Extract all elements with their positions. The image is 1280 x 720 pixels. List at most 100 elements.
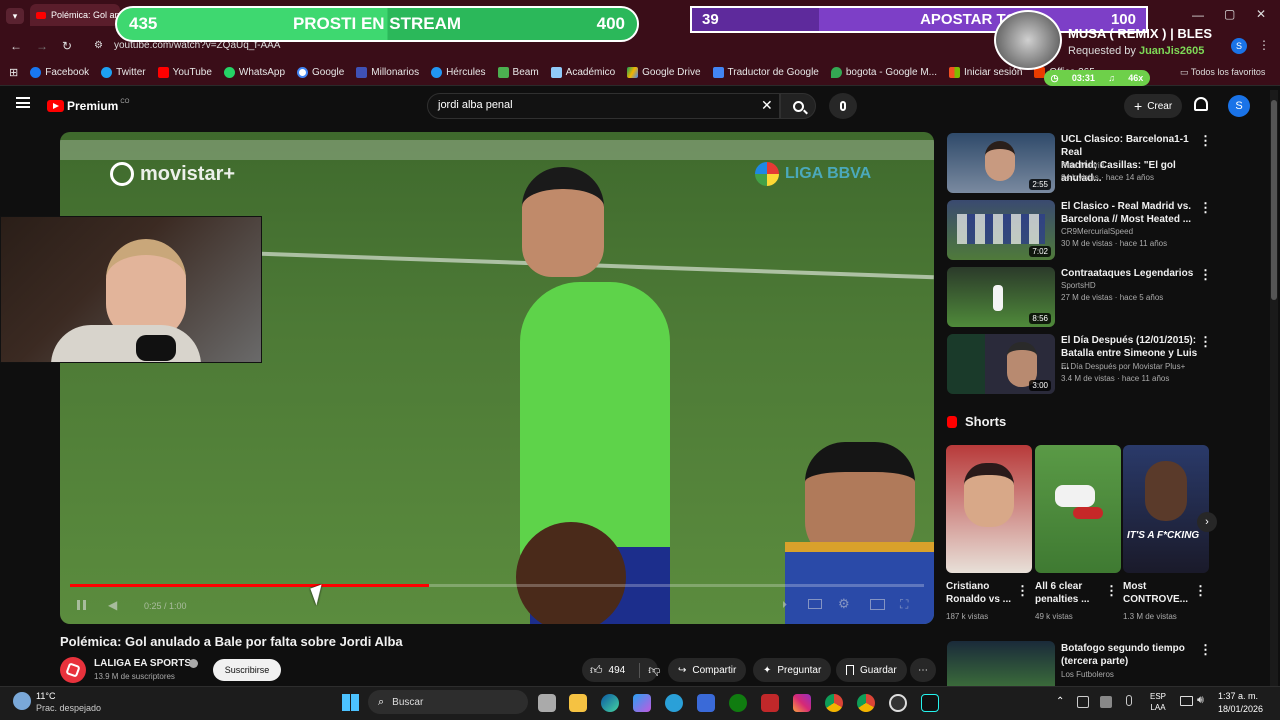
instagram-icon[interactable] <box>793 694 811 712</box>
rec-title[interactable]: Botafogo segundo tiempo (tercera parte) <box>1061 642 1201 668</box>
clear-search-icon[interactable]: ✕ <box>761 97 773 114</box>
rec-channel[interactable]: Los Futboleros <box>1061 669 1114 681</box>
short-menu-icon[interactable]: ⋮ <box>1105 583 1118 599</box>
bookmark-millonarios[interactable]: Millonarios <box>356 67 419 78</box>
subscribe-button[interactable]: Suscribirse <box>213 659 281 681</box>
chrome-profile-icon[interactable] <box>857 694 875 712</box>
bookmark-beam[interactable]: Beam <box>497 67 539 78</box>
minimize-icon[interactable]: — <box>1192 8 1204 22</box>
back-icon[interactable]: ← <box>10 39 22 53</box>
maximize-icon[interactable]: ▢ <box>1224 7 1235 21</box>
browser-menu-icon[interactable]: ⋮ <box>1258 38 1270 52</box>
file-explorer-icon[interactable] <box>569 694 587 712</box>
rec-menu-icon[interactable]: ⋮ <box>1199 334 1212 350</box>
share-button[interactable]: ↪ Compartir <box>668 658 747 682</box>
create-button[interactable]: + Crear <box>1124 94 1183 118</box>
rec-menu-icon[interactable]: ⋮ <box>1199 267 1212 283</box>
bookmark-whatsapp[interactable]: WhatsApp <box>223 67 285 78</box>
youtube-logo[interactable]: Premium CO <box>47 99 129 113</box>
rec-menu-icon[interactable]: ⋮ <box>1199 642 1212 658</box>
bookmark-login[interactable]: Iniciar sesión <box>949 67 1022 78</box>
short-thumbnail[interactable] <box>946 445 1032 573</box>
winrar-icon[interactable] <box>761 694 779 712</box>
telegram-icon[interactable] <box>665 694 683 712</box>
rec-title[interactable]: El Clasico - Real Madrid vs. Barcelona /… <box>1061 200 1201 226</box>
tray-app-icon[interactable] <box>1077 696 1089 708</box>
volume-icon[interactable]: ◀ <box>108 598 117 612</box>
edge-icon[interactable] <box>601 694 619 712</box>
short-thumbnail[interactable] <box>1035 445 1121 573</box>
obs-icon[interactable] <box>889 694 907 712</box>
short-menu-icon[interactable]: ⋮ <box>1194 583 1207 599</box>
more-actions-button[interactable]: ⋯ <box>910 658 936 682</box>
channel-avatar[interactable] <box>60 657 86 683</box>
search-input[interactable]: jordi alba penal <box>427 93 780 119</box>
taskbar-search[interactable]: ⌕ Buscar <box>368 690 528 714</box>
voice-search-button[interactable] <box>829 93 857 119</box>
task-view-icon[interactable] <box>538 694 556 712</box>
tray-network-icon[interactable] <box>1100 696 1112 708</box>
short-title[interactable]: Cristiano Ronaldo vs ... <box>946 580 1016 606</box>
all-bookmarks[interactable]: ▭ Todos los favoritos <box>1180 67 1265 78</box>
rec-thumbnail[interactable]: 8:56 <box>947 267 1055 327</box>
rec-menu-icon[interactable]: ⋮ <box>1199 200 1212 216</box>
browser-tab[interactable]: Polémica: Gol an <box>30 4 120 26</box>
short-title[interactable]: All 6 clear penalties ... <box>1035 580 1105 606</box>
chrome-icon[interactable] <box>825 694 843 712</box>
miniplayer-icon[interactable] <box>870 599 885 610</box>
clock-date[interactable]: 18/01/2026 <box>1218 704 1263 714</box>
bookmark-maps[interactable]: bogota - Google M... <box>830 67 937 78</box>
settings-gear-icon[interactable]: ⚙ <box>838 596 850 612</box>
search-button[interactable] <box>780 93 816 119</box>
rec-thumbnail[interactable]: 3:00 <box>947 334 1055 394</box>
notifications-bell-icon[interactable] <box>1194 97 1208 111</box>
weather-temp[interactable]: 11°C <box>36 691 55 701</box>
bookmark-google-drive[interactable]: Google Drive <box>627 67 701 78</box>
rec-menu-icon[interactable]: ⋮ <box>1199 133 1212 149</box>
subtitles-icon[interactable] <box>808 599 822 609</box>
autoplay-toggle-icon[interactable]: ⏵ <box>782 600 787 611</box>
like-button[interactable]: 👍︎ 494 👎︎ <box>582 658 660 682</box>
bookmark-facebook[interactable]: Facebook <box>30 67 89 78</box>
pause-icon[interactable] <box>77 600 86 610</box>
save-button[interactable]: Guardar <box>836 658 907 682</box>
account-avatar[interactable]: S <box>1228 95 1250 117</box>
video-player[interactable]: movistar+ LIGA BBVA ◀ 0:25 / 1:00 ⏵ ⚙ ⛶ <box>60 132 934 624</box>
reload-icon[interactable]: ↻ <box>62 39 72 53</box>
page-scrollbar[interactable] <box>1270 90 1278 686</box>
rec-channel[interactable]: SportsHD <box>1061 280 1096 292</box>
shorts-next-button[interactable]: › <box>1197 512 1217 532</box>
speaker-icon[interactable]: 🔊︎ <box>1197 694 1204 707</box>
windows-start-icon[interactable] <box>342 694 359 711</box>
short-menu-icon[interactable]: ⋮ <box>1016 583 1029 599</box>
bookmark-youtube[interactable]: YouTube <box>157 67 212 78</box>
rec-thumbnail[interactable] <box>947 641 1055 686</box>
xbox-icon[interactable] <box>729 694 747 712</box>
bookmark-google[interactable]: Google <box>297 67 344 78</box>
scrollbar-thumb[interactable] <box>1271 100 1277 300</box>
clock-time[interactable]: 1:37 a. m. <box>1218 691 1258 701</box>
close-window-icon[interactable]: ✕ <box>1256 7 1266 21</box>
display-icon[interactable] <box>1180 696 1193 706</box>
bookmark-twitter[interactable]: Twitter <box>101 67 146 78</box>
thumbs-down-icon[interactable]: 👎︎ <box>639 662 660 678</box>
weather-icon[interactable] <box>13 692 31 710</box>
rec-channel[interactable]: El Día Después por Movistar Plus+ <box>1061 361 1185 373</box>
language-indicator[interactable]: ESP LAA <box>1150 691 1166 713</box>
tray-mic-icon[interactable] <box>1126 695 1132 706</box>
store-icon[interactable] <box>697 694 715 712</box>
rec-channel[interactable]: Real Madrid <box>1061 160 1104 172</box>
copilot-icon[interactable] <box>633 694 651 712</box>
rec-channel[interactable]: CR9MercurialSpeed <box>1061 226 1133 238</box>
rec-title[interactable]: Contraataques Legendarios <box>1061 267 1201 280</box>
apps-grid-icon[interactable]: ⊞ <box>9 66 18 79</box>
video-progress-track[interactable] <box>70 584 924 587</box>
tiktok-icon[interactable] <box>921 694 939 712</box>
tab-list-button[interactable]: ▾ <box>6 8 24 24</box>
bookmark-hercules[interactable]: Hércules <box>431 67 486 78</box>
bookmark-academico[interactable]: Académico <box>550 67 615 78</box>
short-thumbnail[interactable]: IT'S A F*CKING <box>1123 445 1209 573</box>
fullscreen-icon[interactable]: ⛶ <box>900 597 908 612</box>
profile-avatar[interactable]: S <box>1231 38 1247 54</box>
forward-icon[interactable]: → <box>36 39 48 53</box>
